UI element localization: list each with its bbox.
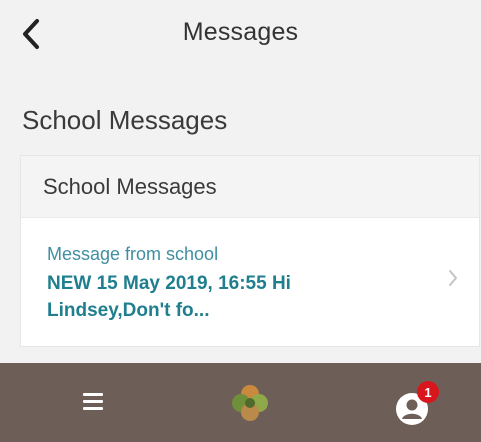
bottom-navigation-bar: 1 xyxy=(0,363,481,442)
top-header: Messages xyxy=(0,0,481,70)
profile-button[interactable]: 1 xyxy=(390,381,442,429)
card-header: School Messages xyxy=(21,156,479,218)
home-logo-button[interactable] xyxy=(230,383,270,423)
section-title: School Messages xyxy=(22,105,228,135)
messages-card: School Messages Message from school NEW … xyxy=(20,155,480,347)
chevron-right-icon xyxy=(447,268,459,293)
message-sender-label: Message from school xyxy=(47,244,219,264)
school-logo-icon xyxy=(232,385,268,421)
notification-badge: 1 xyxy=(417,381,439,403)
messages-screen: Messages School Messages School Messages… xyxy=(0,0,481,442)
menu-button[interactable] xyxy=(78,389,108,415)
page-title: Messages xyxy=(182,18,299,46)
hamburger-menu-icon xyxy=(78,393,108,410)
message-list-item[interactable]: Message from school NEW 15 May 2019, 16:… xyxy=(21,218,479,346)
message-preview: NEW 15 May 2019, 16:55 Hi Lindsey,Don't … xyxy=(47,273,291,321)
